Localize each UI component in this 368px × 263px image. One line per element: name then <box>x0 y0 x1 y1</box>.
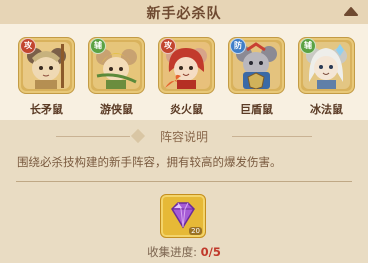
hero-name: 冰法鼠 <box>310 103 343 116</box>
description-underline <box>16 181 352 182</box>
hero-name: 巨盾鼠 <box>240 103 273 116</box>
hero-role-badge: 攻 <box>20 38 36 54</box>
hero-name: 长矛鼠 <box>30 103 63 116</box>
collection-progress-label: 收集进度: <box>147 245 197 259</box>
hero-card-ice-mage-mouse[interactable]: 辅 冰法鼠 <box>298 37 355 117</box>
hero-role-badge: 辅 <box>300 38 316 54</box>
collection-progress: 收集进度: 0/5 <box>0 244 368 260</box>
hero-name: 游侠鼠 <box>100 103 133 116</box>
hero-list: 攻 长矛鼠 辅 游侠鼠 攻 炎火鼠 防 巨盾鼠 辅 冰法鼠 <box>0 24 368 120</box>
hero-card-shield-mouse[interactable]: 防 巨盾鼠 <box>228 37 285 117</box>
hero-card-ranger-mouse[interactable]: 辅 游侠鼠 <box>88 37 145 117</box>
hero-card-spear-mouse[interactable]: 攻 长矛鼠 <box>18 37 75 117</box>
chevron-up-icon[interactable] <box>344 5 358 17</box>
lineup-description: 围绕必杀技构建的新手阵容，拥有较高的爆发伤害。 <box>17 155 282 169</box>
lineup-section-title: 阵容说明 <box>159 130 208 144</box>
hero-name: 炎火鼠 <box>170 103 203 116</box>
hero-role-badge: 攻 <box>160 38 176 54</box>
reward-count: 20 <box>189 227 202 235</box>
hero-role-badge: 防 <box>230 38 246 54</box>
hero-role-badge: 辅 <box>90 38 106 54</box>
collection-progress-value: 0/5 <box>200 245 221 259</box>
panel-title: 新手必杀队 <box>146 6 222 22</box>
hero-card-flame-mouse[interactable]: 攻 炎火鼠 <box>158 37 215 117</box>
reward-item[interactable]: 20 <box>160 194 206 238</box>
